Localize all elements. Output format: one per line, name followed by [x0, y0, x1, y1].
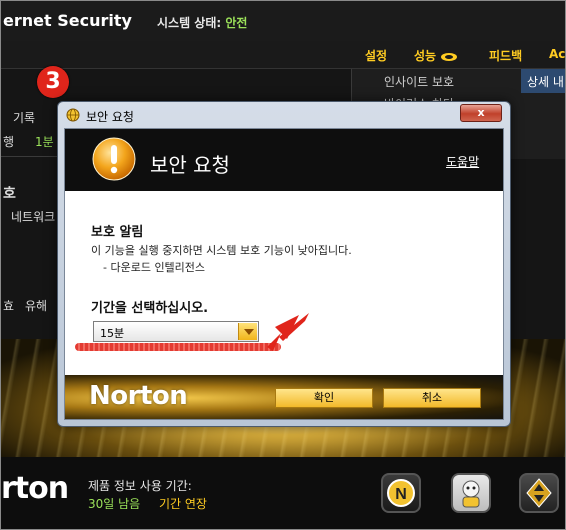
bg-row-label: 행	[3, 135, 15, 149]
period-select[interactable]: 15분	[93, 321, 259, 342]
menu-feedback[interactable]: 피드백	[489, 47, 522, 64]
alert-heading: 보호 알림	[91, 225, 144, 240]
bg-divider	[1, 156, 61, 157]
app-menu-bar: 설정 성능 피드백 Ac	[1, 41, 565, 69]
menu-performance[interactable]: 성능	[414, 47, 458, 64]
warning-icon	[92, 137, 136, 181]
confirm-button[interactable]: 확인	[275, 388, 373, 408]
app-title: ernet Security	[3, 11, 132, 30]
close-icon: x	[477, 106, 485, 119]
dialog-window-title: 보안 요청	[86, 110, 134, 124]
cancel-button[interactable]: 취소	[383, 388, 481, 408]
detail-button[interactable]: 상세 내	[521, 69, 565, 93]
norton-n-icon[interactable]: N	[381, 473, 421, 513]
system-status-value: 안전	[225, 16, 248, 30]
bg-protect-label: 호	[3, 186, 16, 202]
update-arrows-icon[interactable]	[519, 473, 559, 513]
dialog-titlebar[interactable]: 보안 요청 x	[58, 102, 510, 126]
alert-message: 이 기능을 실행 중지하면 시스템 보호 기능이 낮아집니다.	[91, 244, 352, 257]
norton-logo: Norton	[89, 381, 188, 411]
dialog-footer: Norton 확인 취소	[65, 375, 503, 419]
period-label: 기간을 선택하십시오.	[91, 301, 209, 316]
performance-gauge-icon	[441, 52, 458, 61]
dialog-header: 보안 요청 도움말	[65, 129, 503, 191]
bg-minute-label: 1분	[35, 135, 54, 149]
app-header: ernet Security 시스템 상태: 안전	[1, 1, 565, 41]
alert-sub-item: - 다운로드 인텔리전스	[103, 261, 206, 274]
menu-performance-label: 성능	[414, 49, 437, 63]
system-status-label: 시스템 상태:	[157, 16, 222, 30]
chevron-down-icon[interactable]	[238, 323, 257, 340]
menu-settings[interactable]: 설정	[365, 47, 387, 64]
bg-network-label: 네트워크	[11, 210, 56, 224]
red-pointer-arrow-icon	[267, 313, 309, 351]
svg-text:N: N	[395, 486, 407, 503]
system-status: 시스템 상태: 안전	[157, 14, 247, 31]
step-badge: 3	[37, 66, 69, 98]
period-select-value: 15분	[100, 327, 125, 340]
select-red-underline	[75, 343, 281, 351]
screenshot-frame: ernet Security 시스템 상태: 안전 설정 성능 피드백 Ac 인…	[0, 0, 566, 530]
dialog-close-button[interactable]: x	[460, 104, 502, 122]
product-info-label: 제품 정보 사용 기간:	[88, 479, 192, 493]
days-remaining: 30일 남음	[88, 497, 141, 511]
bg-fragment-b: 유해	[25, 299, 48, 313]
right-panel-item-insight[interactable]: 인사이트 보호	[384, 73, 454, 90]
app-logo: rton	[1, 471, 69, 506]
extend-period-link[interactable]: 기간 연장	[159, 495, 207, 512]
help-link[interactable]: 도움말	[446, 153, 479, 170]
menu-account[interactable]: Ac	[549, 47, 565, 61]
globe-icon	[66, 108, 80, 122]
support-mascot-icon[interactable]	[451, 473, 491, 513]
bg-fragment-a: 효	[3, 299, 15, 313]
app-bottom-bar: rton 제품 정보 사용 기간: 30일 남음 기간 연장 N	[1, 457, 565, 529]
dialog-body: 보호 알림 이 기능을 실행 중지하면 시스템 보호 기능이 낮아집니다. - …	[65, 191, 503, 375]
dialog-content-frame: 보안 요청 도움말 보호 알림 이 기능을 실행 중지하면 시스템 보호 기능이…	[64, 128, 504, 420]
security-request-dialog: 보안 요청 x 보안 요청 도움말 보호 알림 이 기능을 실행 중지하면 시스…	[57, 101, 511, 427]
bg-record-label: 기록	[13, 111, 36, 125]
dialog-header-title: 보안 요청	[150, 153, 230, 177]
